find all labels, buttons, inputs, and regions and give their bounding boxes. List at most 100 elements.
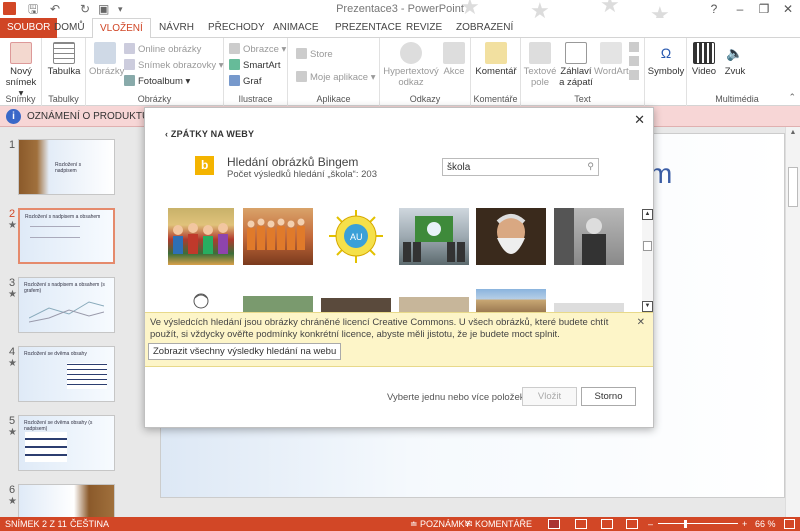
scrollbar-thumb[interactable] <box>643 241 652 251</box>
tab-review[interactable]: REVIZE <box>399 18 449 38</box>
store-button[interactable]: Store <box>296 48 333 60</box>
textbox-button[interactable]: Textové pole <box>523 42 557 88</box>
audio-button[interactable]: 🔈 Zvuk <box>720 42 750 77</box>
search-icon[interactable]: ⚲ <box>587 161 594 172</box>
zoom-level[interactable]: 66 % <box>755 519 776 529</box>
slide-number-icon[interactable] <box>629 56 639 66</box>
scrollbar-thumb[interactable] <box>788 167 798 207</box>
image-result[interactable] <box>554 208 624 265</box>
my-apps-button[interactable]: Moje aplikace ▾ <box>296 71 376 83</box>
vertical-scrollbar[interactable]: ▲ <box>785 127 800 517</box>
image-result[interactable] <box>399 208 469 265</box>
slide-number: 2 <box>9 208 16 220</box>
slideshow-view-icon[interactable] <box>626 519 638 529</box>
date-time-icon[interactable] <box>629 42 639 52</box>
minimize-button[interactable]: – <box>728 0 752 18</box>
image-result[interactable] <box>243 296 313 312</box>
close-window-button[interactable]: ✕ <box>776 0 800 18</box>
close-notice-icon[interactable]: ✕ <box>637 317 645 328</box>
new-slide-label: Nový <box>10 66 32 77</box>
symbols-button[interactable]: Ω Symboly <box>647 42 685 77</box>
scroll-up-icon[interactable]: ▲ <box>642 209 653 220</box>
hyperlink-label-2: odkaz <box>398 77 424 88</box>
tab-animations[interactable]: ANIMACE <box>266 18 326 38</box>
help-button[interactable]: ? <box>702 0 726 18</box>
shapes-button[interactable]: Obrazce ▾ <box>229 43 286 55</box>
zoom-in-icon[interactable]: + <box>742 519 747 529</box>
language-indicator[interactable]: ČEŠTINA <box>70 519 109 529</box>
notes-button[interactable]: ≐ POZNÁMKY <box>410 519 471 530</box>
show-all-results-button[interactable]: Zobrazit všechny výsledky hledání na web… <box>148 343 342 360</box>
tab-slideshow[interactable]: PREZENTACE <box>328 18 409 38</box>
comments-label: KOMENTÁŘE <box>475 519 533 529</box>
comment-button[interactable]: Komentář <box>474 42 518 77</box>
slide-thumbnail-3[interactable]: Rozložení s nadpisem a obsahem (s grafem… <box>18 277 115 333</box>
image-result[interactable] <box>554 303 624 312</box>
normal-view-icon[interactable] <box>548 519 560 529</box>
smartart-button[interactable]: SmartArt <box>229 59 280 71</box>
search-input[interactable] <box>443 159 573 175</box>
image-result[interactable]: AU <box>321 208 391 265</box>
object-icon[interactable] <box>629 70 639 80</box>
image-result[interactable] <box>168 289 234 312</box>
action-button[interactable]: Akce <box>440 42 468 77</box>
image-result[interactable] <box>168 208 234 265</box>
symbols-label: Symboly <box>647 66 685 77</box>
shapes-icon <box>229 43 240 54</box>
slide-thumbnail-4[interactable]: Rozložení se dvěma obsahy <box>18 346 115 402</box>
image-result[interactable] <box>321 298 391 312</box>
scroll-down-icon[interactable]: ▼ <box>642 301 653 312</box>
online-images-button[interactable]: Online obrázky <box>124 43 201 55</box>
new-slide-button[interactable]: Nový snímek ▾ <box>3 42 39 99</box>
slide-thumbnail-title: Rozložení s nadpisem a obsahem (s grafem… <box>24 282 105 294</box>
group-symbols: Ω Symboly <box>645 38 687 106</box>
zoom-slider[interactable] <box>658 523 738 524</box>
results-scrollbar[interactable]: ▲ ▼ <box>642 209 653 312</box>
wordart-label: WordArt <box>594 66 629 77</box>
slide-thumbnail-2[interactable]: Rozložení s nadpisem a obsahem <box>18 208 115 264</box>
collapse-ribbon-icon[interactable]: ⌃ <box>788 92 796 103</box>
photo-album-icon <box>124 75 135 86</box>
image-result[interactable] <box>243 208 313 265</box>
table-button[interactable]: Tabulka <box>46 42 82 77</box>
tab-design[interactable]: NÁVRH <box>152 18 201 38</box>
slide-thumbnail-6[interactable] <box>18 484 115 518</box>
reading-view-icon[interactable] <box>601 519 613 529</box>
cancel-button[interactable]: Storno <box>581 387 636 406</box>
bing-logo-icon: b <box>195 156 214 175</box>
video-icon <box>693 42 715 64</box>
image-result[interactable] <box>476 208 546 265</box>
tab-transitions[interactable]: PŘECHODY <box>201 18 272 38</box>
slide-thumbnail-5[interactable]: Rozložení se dvěma obsahy (s nadpisem) <box>18 415 115 471</box>
zoom-out-icon[interactable]: – <box>648 519 653 529</box>
scroll-up-icon[interactable]: ▲ <box>787 129 799 139</box>
slide-sorter-icon[interactable] <box>575 519 587 529</box>
tab-home[interactable]: DOMŮ <box>47 18 92 38</box>
zoom-slider-thumb[interactable] <box>684 520 687 528</box>
images-button[interactable]: Obrázky <box>89 42 124 77</box>
photo-album-button[interactable]: Fotoalbum ▾ <box>124 75 190 87</box>
header-footer-button[interactable]: Záhlaví a zápatí <box>558 42 594 88</box>
insert-button[interactable]: Vložit <box>522 387 577 406</box>
group-apps: Store Moje aplikace ▾ Aplikace <box>288 38 380 106</box>
image-result[interactable] <box>476 289 546 312</box>
chart-button[interactable]: Graf <box>229 75 261 87</box>
omega-icon: Ω <box>655 42 677 64</box>
ribbon-tabs: SOUBOR DOMŮ VLOŽENÍ NÁVRH PŘECHODY ANIMA… <box>0 18 800 39</box>
slide-counter: SNÍMEK 2 Z 11 <box>5 519 67 529</box>
wordart-icon <box>600 42 622 64</box>
tab-view[interactable]: ZOBRAZENÍ <box>449 18 520 38</box>
back-to-sites-link[interactable]: ‹ ZPÁTKY NA WEBY <box>165 129 254 139</box>
tab-insert[interactable]: VLOŽENÍ <box>92 18 151 39</box>
slide-thumbnail-1[interactable]: Rozložení s nadpisem <box>18 139 115 195</box>
comments-button[interactable]: ✉ KOMENTÁŘE <box>465 519 532 530</box>
restore-button[interactable]: ❐ <box>752 0 776 18</box>
wordart-button[interactable]: WordArt <box>594 42 629 77</box>
close-dialog-icon[interactable]: ✕ <box>634 112 645 128</box>
video-button[interactable]: Video <box>689 42 719 77</box>
hyperlink-button[interactable]: Hypertextový odkaz <box>382 42 440 88</box>
fit-to-window-icon[interactable] <box>784 519 795 529</box>
image-result[interactable] <box>399 297 469 312</box>
screenshot-button[interactable]: Snímek obrazovky ▾ <box>124 59 224 71</box>
image-result-old-man-portrait <box>496 214 526 254</box>
